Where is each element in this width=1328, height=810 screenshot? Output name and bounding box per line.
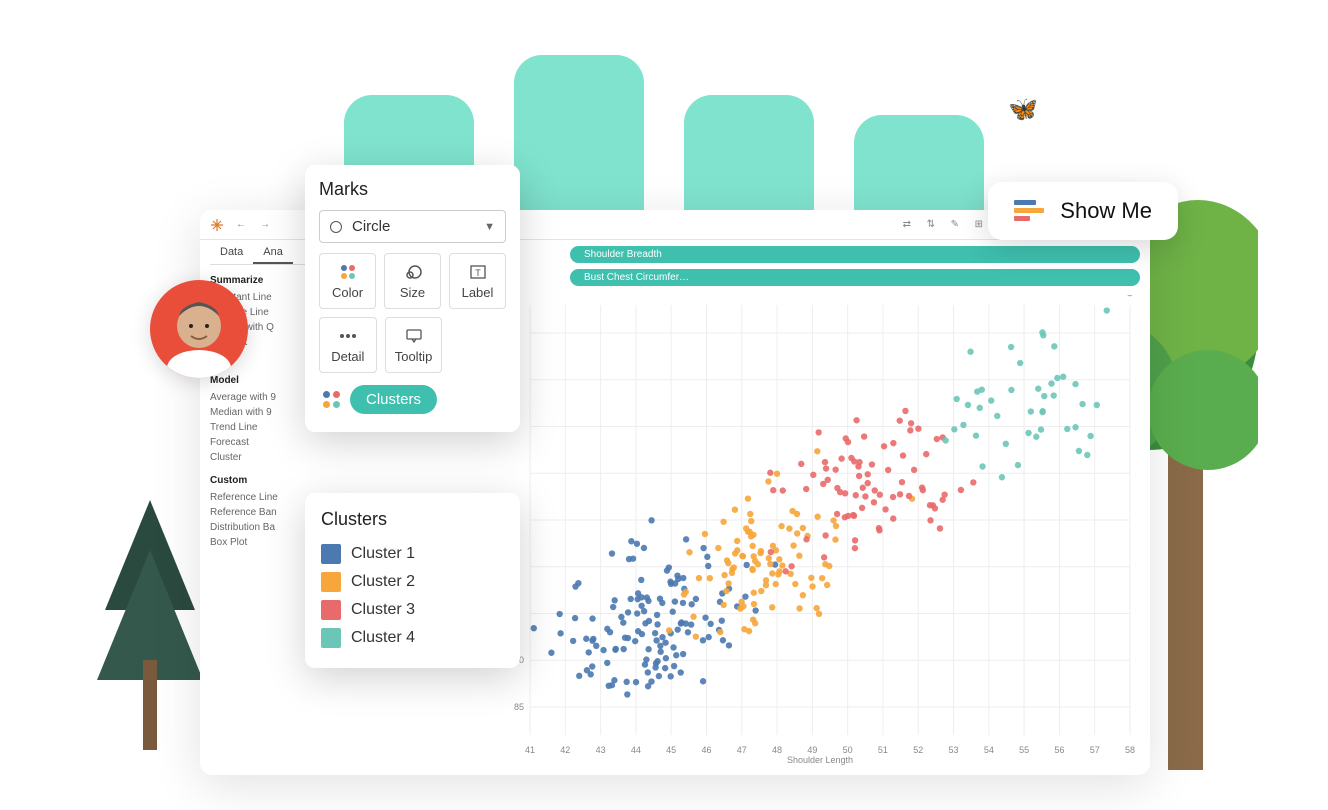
svg-text:53: 53 bbox=[949, 745, 959, 755]
svg-text:52: 52 bbox=[913, 745, 923, 755]
svg-text:50: 50 bbox=[843, 745, 853, 755]
svg-text:Shoulder Length: Shoulder Length bbox=[787, 755, 853, 765]
scatter-chart: 4142434445464748495051525354555657588590… bbox=[500, 295, 1140, 765]
legend-item[interactable]: Cluster 3 bbox=[321, 596, 504, 624]
label-icon: T bbox=[467, 263, 489, 281]
marks-color-button[interactable]: Color bbox=[319, 253, 376, 309]
sort-asc-icon[interactable]: ⇅ bbox=[924, 218, 938, 232]
svg-text:41: 41 bbox=[525, 745, 535, 755]
show-me-icon bbox=[1014, 198, 1044, 224]
sidebar-item[interactable]: Cluster bbox=[210, 450, 335, 465]
legend-item[interactable]: Cluster 1 bbox=[321, 540, 504, 568]
svg-text:55: 55 bbox=[1019, 745, 1029, 755]
svg-text:48: 48 bbox=[772, 745, 782, 755]
svg-text:58: 58 bbox=[1125, 745, 1135, 755]
tooltip-icon bbox=[403, 327, 425, 345]
color-icon bbox=[337, 263, 359, 281]
marks-card: Marks Circle ▼ Color Size T Label bbox=[305, 165, 520, 432]
sidebar-item[interactable]: Forecast bbox=[210, 435, 335, 450]
svg-text:54: 54 bbox=[984, 745, 994, 755]
chevron-down-icon: ▼ bbox=[484, 221, 495, 233]
clusters-assignment[interactable]: Clusters bbox=[319, 381, 437, 418]
svg-text:49: 49 bbox=[807, 745, 817, 755]
legend-label: Cluster 3 bbox=[351, 601, 415, 619]
legend-label: Cluster 4 bbox=[351, 629, 415, 647]
svg-text:46: 46 bbox=[701, 745, 711, 755]
svg-text:85: 85 bbox=[514, 702, 524, 712]
detail-icon bbox=[337, 327, 359, 345]
size-icon bbox=[402, 263, 424, 281]
swap-icon[interactable]: ⇄ bbox=[900, 218, 914, 232]
columns-pill[interactable]: Shoulder Breadth bbox=[570, 246, 1140, 263]
legend-swatch bbox=[321, 628, 341, 648]
svg-text:43: 43 bbox=[596, 745, 606, 755]
back-icon[interactable]: ← bbox=[234, 218, 248, 232]
marks-detail-button[interactable]: Detail bbox=[319, 317, 377, 373]
svg-text:57: 57 bbox=[1090, 745, 1100, 755]
show-me-button[interactable]: Show Me bbox=[988, 182, 1178, 240]
mark-type-dropdown[interactable]: Circle ▼ bbox=[319, 210, 506, 243]
legend-item[interactable]: Cluster 4 bbox=[321, 624, 504, 652]
butterfly-icon: 🦋 bbox=[1008, 95, 1038, 124]
tab-data[interactable]: Data bbox=[210, 242, 253, 264]
rows-pill[interactable]: Bust Chest Circumfer… bbox=[570, 269, 1140, 286]
legend-swatch bbox=[321, 572, 341, 592]
tableau-logo-icon bbox=[210, 218, 224, 232]
svg-text:47: 47 bbox=[737, 745, 747, 755]
svg-text:51: 51 bbox=[878, 745, 888, 755]
clusters-legend: Clusters Cluster 1 Cluster 2 Cluster 3 Clus… bbox=[305, 493, 520, 668]
highlight-icon[interactable]: ✎ bbox=[948, 218, 962, 232]
svg-text:45: 45 bbox=[666, 745, 676, 755]
svg-text:T: T bbox=[475, 268, 481, 278]
tab-analytics[interactable]: Ana bbox=[253, 242, 293, 264]
svg-text:56: 56 bbox=[1054, 745, 1064, 755]
marks-title: Marks bbox=[319, 179, 506, 200]
forward-icon[interactable]: → bbox=[258, 218, 272, 232]
marks-size-button[interactable]: Size bbox=[384, 253, 441, 309]
marks-label-button[interactable]: T Label bbox=[449, 253, 506, 309]
group-icon[interactable]: ⊞ bbox=[972, 218, 986, 232]
marks-tooltip-button[interactable]: Tooltip bbox=[385, 317, 443, 373]
legend-title: Clusters bbox=[321, 509, 504, 530]
legend-label: Cluster 1 bbox=[351, 545, 415, 563]
legend-item[interactable]: Cluster 2 bbox=[321, 568, 504, 596]
svg-text:42: 42 bbox=[560, 745, 570, 755]
tree-illustration-left bbox=[85, 490, 215, 755]
color-icon bbox=[323, 391, 340, 408]
svg-text:44: 44 bbox=[631, 745, 641, 755]
legend-swatch bbox=[321, 600, 341, 620]
section-custom: Custom bbox=[210, 475, 335, 486]
legend-label: Cluster 2 bbox=[351, 573, 415, 591]
avatar bbox=[150, 280, 248, 378]
legend-swatch bbox=[321, 544, 341, 564]
